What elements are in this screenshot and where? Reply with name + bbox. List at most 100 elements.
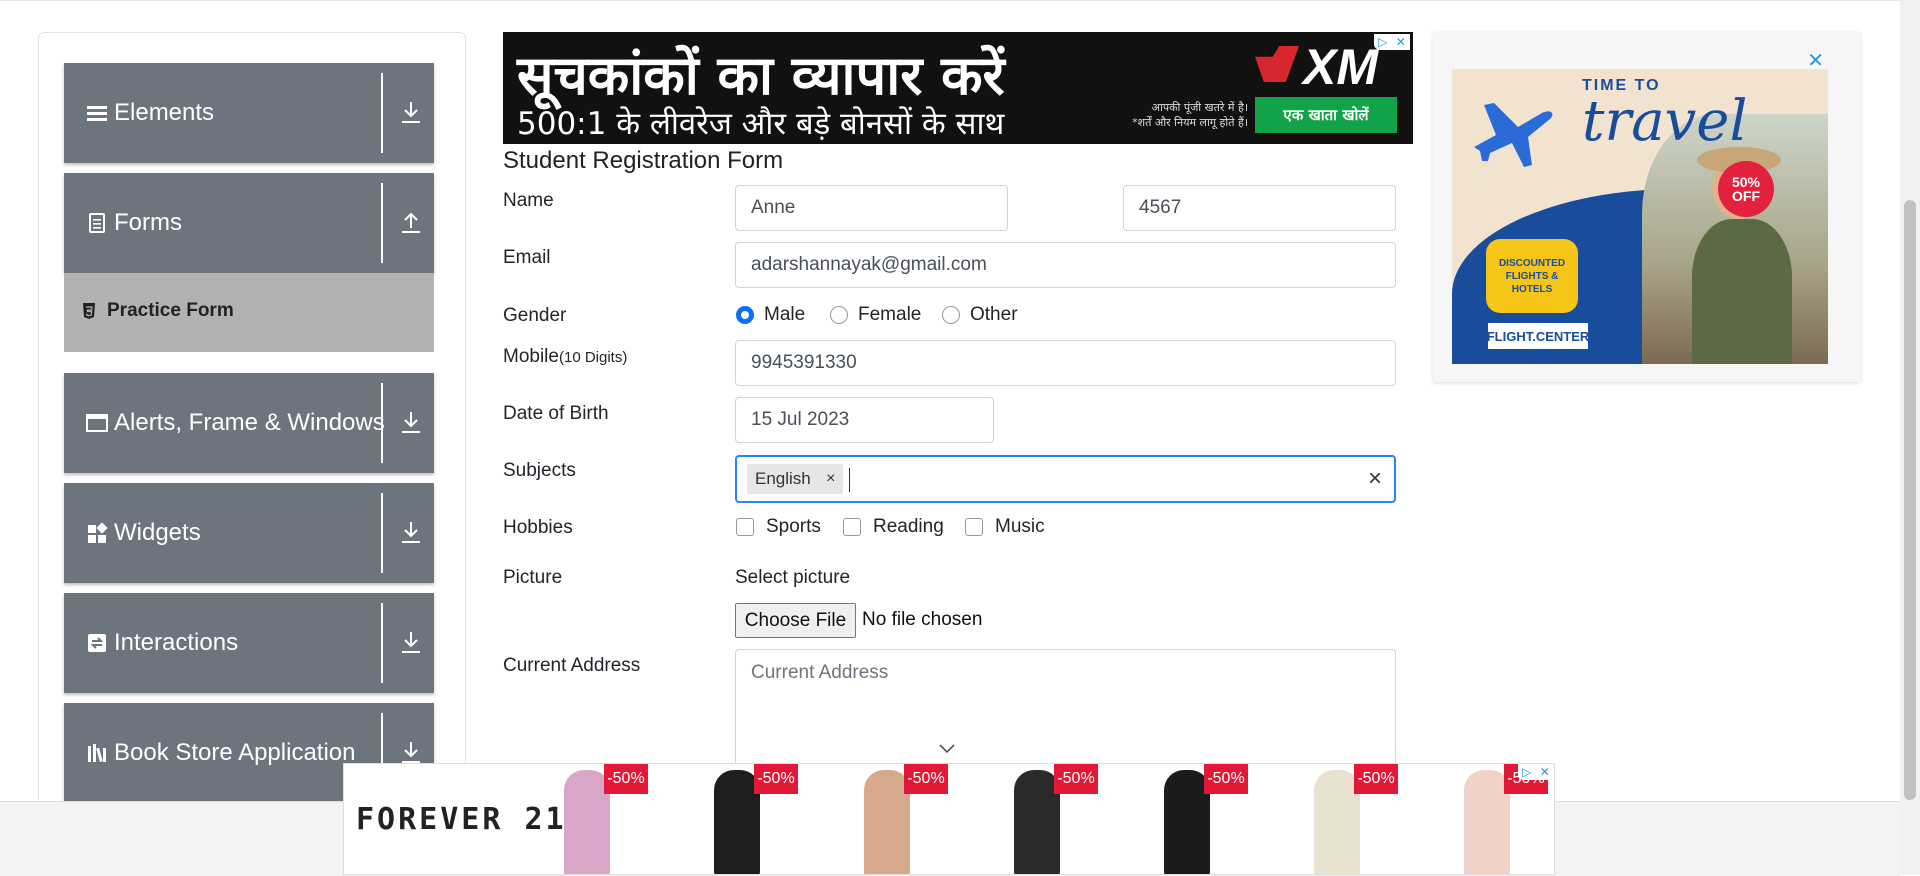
interactions-icon xyxy=(86,632,108,654)
sidebar-group-widgets[interactable]: Widgets xyxy=(64,483,434,583)
checkbox[interactable] xyxy=(843,518,861,536)
current-address-textarea[interactable]: Current Address xyxy=(735,649,1396,769)
adchoices-icon[interactable]: ▷ ✕ xyxy=(1518,764,1554,780)
ad-headline: सूचकांकों का व्यापार करें xyxy=(517,44,1005,107)
subjects-input[interactable]: English × × xyxy=(735,455,1396,503)
gender-label: Gender xyxy=(503,305,567,326)
mobile-input[interactable]: 9945391330 xyxy=(735,340,1396,386)
xm-banner-ad[interactable]: सूचकांकों का व्यापार करें 500:1 के लीवरे… xyxy=(503,32,1413,144)
sidebar-group-forms[interactable]: Forms xyxy=(64,173,434,273)
download-arrow-icon[interactable] xyxy=(400,100,422,126)
travel-ad-image: TIME TO travel 50% OFF DISCOUNTED FLIGHTS … xyxy=(1452,69,1828,364)
name-label: Name xyxy=(503,190,554,211)
mobile-hint: (10 Digits) xyxy=(558,349,628,366)
adchoices-icon[interactable]: ▷ ✕ xyxy=(1374,34,1410,50)
books-icon xyxy=(86,742,108,764)
sidebar-group-label: Forms xyxy=(114,209,182,236)
discount-badge: 50% OFF xyxy=(1718,161,1774,217)
mobile-label: Mobile(10 Digits) xyxy=(503,346,628,367)
radio-button[interactable] xyxy=(830,306,848,324)
gender-radio-male[interactable]: Male xyxy=(736,304,805,326)
email-label: Email xyxy=(503,247,551,268)
html5-icon xyxy=(83,303,95,319)
sale-tag: -50% xyxy=(604,764,648,794)
ad-bubble: DISCOUNTED FLIGHTS & HOTELS xyxy=(1486,239,1578,313)
ad-product-image[interactable]: -50% xyxy=(534,764,648,874)
ad-brand: XM xyxy=(1303,39,1378,95)
sidebar-group-label: Interactions xyxy=(114,629,239,656)
travel-ad[interactable]: ✕ TIME TO travel 50% OFF DISCOUNTED FLIGHT… xyxy=(1433,32,1860,382)
document-icon xyxy=(86,212,108,234)
hobbies-label: Hobbies xyxy=(503,517,573,538)
page-title: Student Registration Form xyxy=(503,147,784,174)
address-label: Current Address xyxy=(503,655,641,676)
ad-disclaimer: आपकी पूंजी खतरे में है। *शर्तें और नियम ल… xyxy=(1132,101,1248,129)
top-divider xyxy=(0,0,1900,1)
download-arrow-icon[interactable] xyxy=(400,410,422,436)
ad-subline: 500:1 के लीवरेज और बड़े बोनसों के साथ xyxy=(517,106,1005,142)
sale-tag: -50% xyxy=(1054,764,1098,794)
dob-label: Date of Birth xyxy=(503,403,609,424)
ad-product-image[interactable]: -50% xyxy=(1134,764,1248,874)
sidebar-item-practice-form[interactable]: Practice Form xyxy=(64,273,434,352)
text-cursor xyxy=(849,468,850,492)
radio-button[interactable] xyxy=(736,306,754,324)
remove-chip-icon[interactable]: × xyxy=(819,470,843,488)
widgets-icon xyxy=(86,522,108,544)
sidebar-group-label: Alerts, Frame & Windows xyxy=(114,409,385,436)
file-status: No file chosen xyxy=(862,609,983,630)
email-input[interactable]: adarshannayak@gmail.com xyxy=(735,242,1396,288)
sidebar-group-label: Book Store Application xyxy=(114,739,356,766)
hobby-checkbox-music[interactable]: Music xyxy=(965,516,1045,538)
hamburger-icon xyxy=(86,102,108,124)
forever21-ad[interactable]: FOREVER 21 -50%-50%-50%-50%-50%-50%-50% … xyxy=(343,763,1555,875)
divider xyxy=(381,603,383,683)
download-arrow-icon[interactable] xyxy=(400,520,422,546)
picture-label: Picture xyxy=(503,567,563,588)
divider xyxy=(381,493,383,573)
ad-product-image[interactable]: -50% xyxy=(984,764,1098,874)
clear-icon[interactable]: × xyxy=(1368,465,1382,493)
ad-title: travel xyxy=(1582,89,1748,154)
divider xyxy=(381,183,383,263)
ad-product-image[interactable]: -50% xyxy=(1434,764,1548,874)
radio-button[interactable] xyxy=(942,306,960,324)
subject-chip: English × xyxy=(747,464,843,494)
gender-radio-other[interactable]: Other xyxy=(942,304,1018,326)
xm-logo-icon xyxy=(1255,46,1299,82)
sale-tag: -50% xyxy=(754,764,798,794)
gender-radio-female[interactable]: Female xyxy=(830,304,921,326)
ad-cta-button[interactable]: एक खाता खोलें xyxy=(1255,97,1397,133)
first-name-input[interactable]: Anne xyxy=(735,185,1008,231)
last-name-input[interactable]: 4567 xyxy=(1123,185,1396,231)
choose-file-button[interactable]: Choose File xyxy=(735,603,856,638)
ad-product-image[interactable]: -50% xyxy=(1284,764,1398,874)
sidebar-group-interactions[interactable]: Interactions xyxy=(64,593,434,693)
sidebar-group-elements[interactable]: Elements xyxy=(64,63,434,163)
sidebar-group-label: Widgets xyxy=(114,519,201,546)
hobby-checkbox-sports[interactable]: Sports xyxy=(736,516,821,538)
sale-tag: -50% xyxy=(1354,764,1398,794)
sidebar-item-label: Practice Form xyxy=(107,300,234,321)
checkbox[interactable] xyxy=(736,518,754,536)
ad-product-image[interactable]: -50% xyxy=(834,764,948,874)
chevron-down-icon[interactable] xyxy=(937,742,957,756)
date-of-birth-input[interactable]: 15 Jul 2023 xyxy=(735,397,994,443)
sidebar-group-alerts-frame-windows[interactable]: Alerts, Frame & Windows xyxy=(64,373,434,473)
select-picture-label: Select picture xyxy=(735,567,851,588)
checkbox[interactable] xyxy=(965,518,983,536)
sidebar-group-label: Elements xyxy=(114,99,215,126)
scrollbar-thumb[interactable] xyxy=(1904,200,1916,800)
airplane-icon xyxy=(1474,103,1553,167)
subjects-label: Subjects xyxy=(503,460,576,481)
ad-brand: FLIGHT.CENTER xyxy=(1486,321,1590,351)
sale-tag: -50% xyxy=(904,764,948,794)
hobby-checkbox-reading[interactable]: Reading xyxy=(843,516,944,538)
divider xyxy=(381,73,383,153)
divider xyxy=(381,383,383,463)
upload-arrow-icon[interactable] xyxy=(400,210,422,236)
ad-product-image[interactable]: -50% xyxy=(684,764,798,874)
sale-tag: -50% xyxy=(1204,764,1248,794)
window-icon xyxy=(86,412,108,434)
download-arrow-icon[interactable] xyxy=(400,630,422,656)
